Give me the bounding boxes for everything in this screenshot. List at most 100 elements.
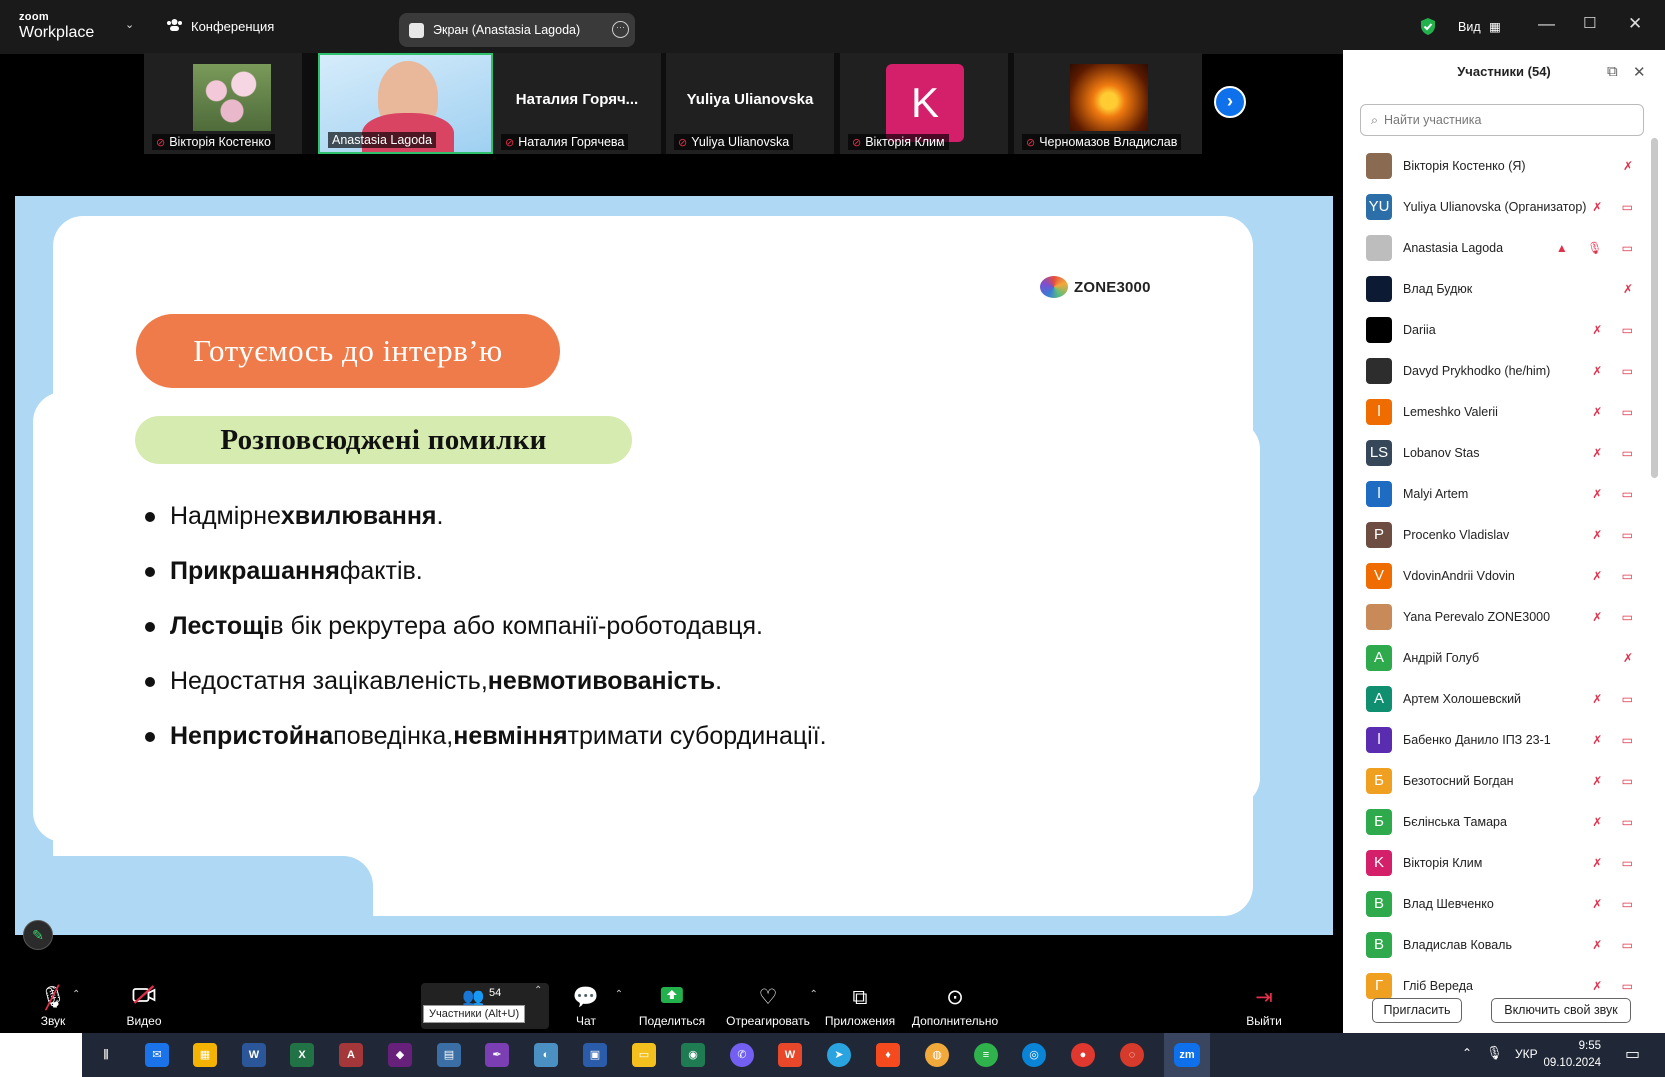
participant-name: VdovinAndrii Vdovin — [1403, 568, 1515, 583]
task-view-icon[interactable]: ⫼ — [94, 1043, 118, 1067]
mail-icon[interactable]: ✉ — [145, 1043, 169, 1067]
chevron-up-icon[interactable]: ⌃ — [1462, 1046, 1472, 1060]
mute-status-icon: ✗ ▭ — [1592, 609, 1641, 624]
audio-button[interactable]: 🎙 ╱ Звук ⌃ — [40, 985, 81, 1028]
brave-icon[interactable]: ♦ — [876, 1043, 900, 1067]
video-button[interactable]: Видео — [126, 985, 162, 1028]
folder-icon[interactable]: ▭ — [632, 1043, 656, 1067]
video-tile[interactable]: ⊘ Вікторія Костенко — [144, 53, 302, 154]
participant-row[interactable]: A Артем Холошевский ✗ ▭ — [1343, 678, 1649, 719]
chevron-down-icon[interactable]: ⌄ — [125, 18, 134, 31]
caret-up-icon[interactable]: ⌃ — [534, 985, 542, 996]
tile-name: Вікторія Костенко — [169, 135, 271, 149]
participant-row[interactable]: Б Безотосний Богдан ✗ ▭ — [1343, 760, 1649, 801]
annotate-pen-icon[interactable]: ✎ — [23, 920, 53, 950]
participant-row[interactable]: P Procenko Vladislav ✗ ▭ — [1343, 514, 1649, 555]
chrome-icon[interactable]: ● — [1071, 1043, 1095, 1067]
taskbar-search-area[interactable] — [0, 1033, 82, 1077]
participants-panel: Участники (54) ⧉ ✕ ⌕ Найти участника Вік… — [1343, 50, 1665, 1035]
participant-row[interactable]: l Бабенко Данило ІПЗ 23-1 ✗ ▭ — [1343, 719, 1649, 760]
popout-icon[interactable]: ⧉ — [1607, 63, 1618, 80]
close-panel-icon[interactable]: ✕ — [1633, 63, 1646, 81]
video-tile[interactable]: Yuliya Ulianovska ⊘ Yuliya Ulianovska — [666, 53, 834, 154]
mute-status-icon: ✗ ▭ — [1592, 691, 1641, 706]
apps-button[interactable]: ⧉ Приложения — [825, 985, 895, 1028]
app-icon[interactable]: ▤ — [437, 1043, 461, 1067]
app-green-icon[interactable]: ≡ — [974, 1043, 998, 1067]
access-icon[interactable]: A — [339, 1043, 363, 1067]
wps-icon[interactable]: W — [778, 1043, 802, 1067]
avatar: l — [1366, 726, 1392, 753]
video-tile[interactable]: ⊘ Черномазов Владислав — [1014, 53, 1202, 154]
participant-row[interactable]: K Вікторія Клим ✗ ▭ — [1343, 842, 1649, 883]
apps-icon: ⧉ — [852, 986, 868, 1009]
store-icon[interactable]: ▦ — [193, 1043, 217, 1067]
participant-row[interactable]: YU Yuliya Ulianovska (Организатор) ✗ ▭ — [1343, 186, 1649, 227]
avatar: A — [1366, 644, 1392, 671]
paint-icon[interactable]: ◐ — [534, 1043, 558, 1067]
next-page-button[interactable]: › — [1214, 86, 1246, 118]
zoom-taskbar-button[interactable]: zm — [1164, 1033, 1210, 1077]
viber-icon[interactable]: ✆ — [730, 1043, 754, 1067]
document-icon[interactable]: ▣ — [583, 1043, 607, 1067]
participant-row[interactable]: Anastasia Lagoda ▲ 🎙 ▭ — [1343, 227, 1649, 268]
participant-row[interactable]: Влад Будюк ✗ — [1343, 268, 1649, 309]
telegram-icon[interactable]: ➤ — [827, 1043, 851, 1067]
app-red-icon[interactable]: ◌ — [1120, 1043, 1144, 1067]
scrollbar[interactable] — [1651, 138, 1658, 478]
minimize-icon[interactable]: — — [1538, 14, 1555, 34]
participant-row[interactable]: V VdovinAndrii Vdovin ✗ ▭ — [1343, 555, 1649, 596]
vpn-icon[interactable]: ◍ — [925, 1043, 949, 1067]
share-button[interactable]: Поделиться — [639, 985, 705, 1028]
participant-row[interactable]: A Андрій Голуб ✗ — [1343, 637, 1649, 678]
more-icon: ⊙ — [946, 986, 964, 1009]
notification-icon[interactable]: ▭ — [1625, 1044, 1640, 1064]
feather-icon[interactable]: ✒ — [485, 1043, 509, 1067]
screen-share-indicator[interactable]: Экран (Anastasia Lagoda) ··· — [399, 13, 635, 47]
video-tile[interactable]: Наталия Горяч... ⊘ Наталия Горячева — [493, 53, 661, 154]
participant-name: Вікторія Костенко (Я) — [1403, 158, 1526, 173]
participant-row[interactable]: Б Бєлінська Тамара ✗ ▭ — [1343, 801, 1649, 842]
security-shield-icon[interactable] — [1420, 17, 1436, 41]
view-menu[interactable]: Вид ▦ — [1458, 19, 1501, 34]
invite-button[interactable]: Пригласить — [1372, 998, 1462, 1023]
leave-button[interactable]: ⇥ Выйти — [1246, 985, 1282, 1028]
video-off-icon — [126, 985, 161, 1011]
participant-row[interactable]: B Влад Шевченко ✗ ▭ — [1343, 883, 1649, 924]
more-button[interactable]: ⊙ Дополнительно — [912, 985, 998, 1028]
participant-row[interactable]: l Lemeshko Valerii ✗ ▭ — [1343, 391, 1649, 432]
caret-up-icon[interactable]: ⌃ — [615, 989, 623, 1000]
video-tile[interactable]: K ⊘ Вікторія Клим — [840, 53, 1008, 154]
participant-row[interactable]: Вікторія Костенко (Я) ✗ — [1343, 145, 1649, 186]
microphone-tray-icon[interactable]: 🎙 — [1486, 1045, 1503, 1061]
zoom-logo[interactable]: zoom Workplace — [19, 12, 94, 41]
word-icon[interactable]: W — [242, 1043, 266, 1067]
excel-icon[interactable]: X — [290, 1043, 314, 1067]
clock-time: 9:55 — [1578, 1040, 1601, 1052]
participant-row[interactable]: Yana Perevalo ZONE3000 ✗ ▭ — [1343, 596, 1649, 637]
participant-row[interactable]: Davyd Prykhodko (he/him) ✗ ▭ — [1343, 350, 1649, 391]
caret-up-icon[interactable]: ⌃ — [809, 989, 817, 1000]
maximize-icon[interactable]: ☐ — [1583, 14, 1596, 32]
language-indicator[interactable]: УКР — [1515, 1047, 1538, 1061]
mute-status-icon: ✗ ▭ — [1592, 363, 1641, 378]
more-options-icon[interactable]: ··· — [612, 21, 629, 38]
participant-name: Dariia — [1403, 322, 1436, 337]
unmute-self-button[interactable]: Включить свой звук — [1491, 998, 1631, 1023]
participant-row[interactable]: LS Lobanov Stas ✗ ▭ — [1343, 432, 1649, 473]
participant-row[interactable]: Dariia ✗ ▭ — [1343, 309, 1649, 350]
caret-up-icon[interactable]: ⌃ — [72, 989, 80, 1000]
visual-studio-icon[interactable]: ◆ — [388, 1043, 412, 1067]
participant-row[interactable]: l Malyi Artem ✗ ▭ — [1343, 473, 1649, 514]
conference-menu[interactable]: Конференция — [166, 18, 274, 35]
video-tile-active-speaker[interactable]: Anastasia Lagoda — [318, 53, 493, 154]
react-button[interactable]: ♡ Отреагировать ⌃ — [726, 985, 818, 1028]
close-icon[interactable]: ✕ — [1628, 14, 1642, 34]
globe-app-icon[interactable]: ◉ — [681, 1043, 705, 1067]
clock[interactable]: 9:55 09.10.2024 — [1543, 1038, 1601, 1072]
participant-row[interactable]: B Владислав Коваль ✗ ▭ — [1343, 924, 1649, 965]
edge-icon[interactable]: ◎ — [1022, 1043, 1046, 1067]
avatar: Б — [1366, 767, 1392, 794]
chat-button[interactable]: 💬 Чат ⌃ — [573, 985, 623, 1028]
search-input[interactable]: ⌕ Найти участника — [1360, 104, 1644, 136]
